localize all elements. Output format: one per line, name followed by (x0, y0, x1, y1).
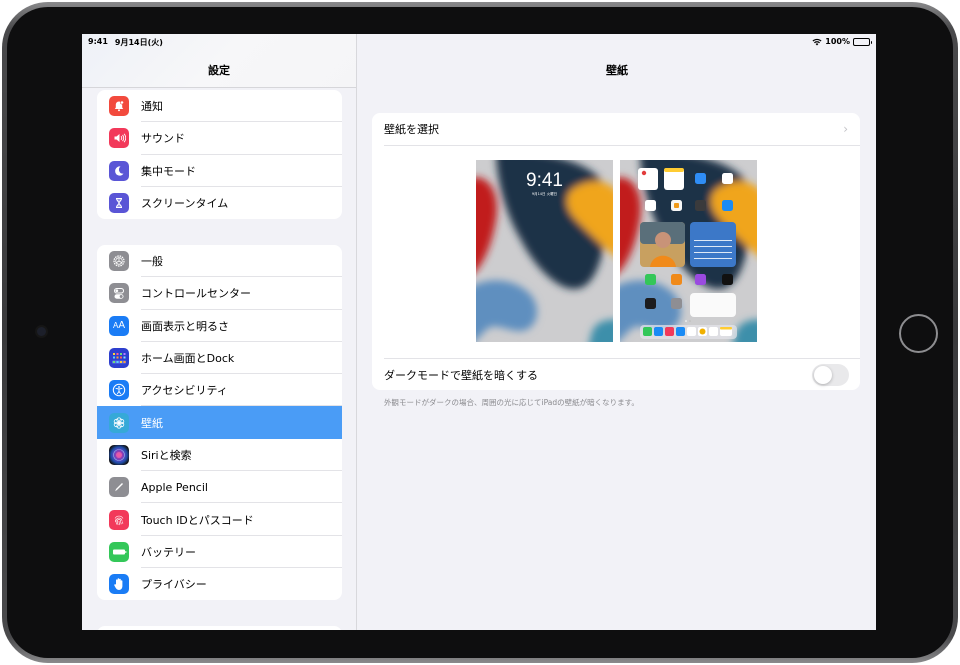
settings-group-3 (97, 626, 342, 630)
row-divider (384, 145, 860, 146)
front-camera (37, 327, 46, 336)
sidebar-item-accessibility[interactable]: アクセシビリティ (97, 374, 342, 407)
sidebar-item-battery[interactable]: バッテリー (97, 536, 342, 568)
home-button[interactable] (899, 314, 938, 353)
sidebar-item-privacy[interactable]: プライバシー (97, 568, 342, 600)
sidebar-item-label: 画面表示と明るさ (141, 319, 229, 333)
pencil-icon (109, 477, 129, 498)
sidebar-item-focus[interactable]: 集中モード (97, 155, 342, 187)
sidebar-item-notifications[interactable]: 通知 (97, 90, 342, 123)
settings-group-1: 通知 サウンド 集中モード スクリーンタイム (97, 90, 342, 220)
home-screen-preview[interactable] (620, 160, 757, 342)
sidebar-item-home-screen-dock[interactable]: ホーム画面とDock (97, 342, 342, 375)
sidebar-item-label: 集中モード (141, 164, 196, 178)
sidebar-item-label: 一般 (141, 255, 163, 269)
lock-screen-time: 9:41 (526, 170, 563, 191)
sidebar-item-label: スクリーンタイム (141, 197, 229, 211)
app-grid-icon (109, 348, 129, 369)
sidebar-item-label: サウンド (141, 132, 185, 146)
sidebar-item-screen-time[interactable]: スクリーンタイム (97, 187, 342, 219)
wallpaper-artwork (620, 160, 757, 342)
sidebar-item-label: コントロールセンター (141, 287, 251, 301)
settings-group-2: 一般 コントロールセンター AA 画面表示と明るさ ホーム画面とDock アクセ… (97, 245, 342, 601)
status-bar: 9:41 9月14日(火) 100% (82, 34, 876, 50)
sidebar-item-label: 通知 (141, 100, 163, 114)
hourglass-icon (109, 193, 129, 214)
dark-mode-footnote: 外観モードがダークの場合、周囲の光に応じてiPadの壁紙が暗くなります。 (384, 398, 639, 407)
dark-mode-dims-wallpaper-toggle[interactable] (812, 364, 849, 386)
siri-icon (109, 444, 129, 465)
sidebar-item-sounds[interactable]: サウンド (97, 122, 342, 155)
bell-icon (109, 96, 129, 117)
status-date: 9月14日(火) (114, 38, 163, 47)
battery-icon (109, 541, 129, 562)
sidebar-item-label: 壁紙 (141, 416, 163, 430)
gear-icon (109, 251, 129, 272)
sidebar-item-label: バッテリー (141, 545, 196, 559)
settings-sidebar: 設定 通知 サウンド 集中モード スクリーンタイム 一般 コントロールセンター … (82, 34, 357, 630)
dark-mode-dims-wallpaper-row: ダークモードで壁紙を暗くする (372, 359, 860, 390)
moon-icon (109, 160, 129, 181)
sidebar-item-control-center[interactable]: コントロールセンター (97, 277, 342, 310)
accessibility-icon (109, 380, 129, 401)
sidebar-item-display-brightness[interactable]: AA 画面表示と明るさ (97, 310, 342, 342)
sidebar-item-general[interactable]: 一般 (97, 245, 342, 278)
sidebar-item-label: Apple Pencil (141, 480, 208, 494)
sidebar-item-label: アクセシビリティ (141, 384, 228, 398)
wifi-icon (812, 38, 822, 46)
choose-wallpaper-row[interactable]: 壁紙を選択 › (372, 113, 860, 145)
sidebar-title: 設定 (208, 64, 230, 77)
fingerprint-icon (109, 509, 129, 530)
wallpaper-card: 壁紙を選択 › 9:41 9月14日 火曜日 ダークモードで壁紙を暗くする (372, 113, 860, 390)
lock-screen-date: 9月14日 火曜日 (531, 192, 558, 196)
detail-title: 壁紙 (606, 64, 628, 77)
text-size-icon: AA (109, 315, 129, 336)
sidebar-item-wallpaper[interactable]: 壁紙 (97, 406, 342, 439)
sidebar-item-apple-pencil[interactable]: Apple Pencil (97, 471, 342, 504)
sidebar-item-label: ホーム画面とDock (141, 352, 235, 366)
sidebar-item-touch-id-passcode[interactable]: Touch IDとパスコード (97, 503, 342, 536)
battery-percent: 100% (825, 37, 850, 46)
sidebar-item-label: Touch IDとパスコード (141, 513, 254, 527)
dark-mode-dims-wallpaper-label: ダークモードで壁紙を暗くする (384, 368, 538, 382)
choose-wallpaper-label: 壁紙を選択 (384, 123, 439, 136)
screen: 9:41 9月14日(火) 100% 設定 通知 サウンド 集中モード スクリー… (82, 34, 876, 630)
sidebar-item-siri-search[interactable]: Siriと検索 (97, 439, 342, 472)
battery-full-icon (853, 37, 872, 46)
flower-icon (109, 412, 129, 433)
wallpaper-detail-pane: 壁紙 壁紙を選択 › 9:41 9月14日 火曜日 ダークモードで壁紙を暗くする… (358, 34, 876, 630)
toggles-icon (109, 283, 129, 304)
chevron-right-icon: › (843, 122, 848, 136)
sidebar-item-label: プライバシー (141, 578, 207, 592)
sidebar-item-label: Siriと検索 (141, 448, 192, 462)
speaker-icon (109, 128, 129, 149)
hand-icon (109, 574, 129, 595)
status-time: 9:41 (88, 37, 108, 46)
toggle-knob (814, 366, 832, 384)
lock-screen-preview[interactable]: 9:41 9月14日 火曜日 (476, 160, 613, 342)
